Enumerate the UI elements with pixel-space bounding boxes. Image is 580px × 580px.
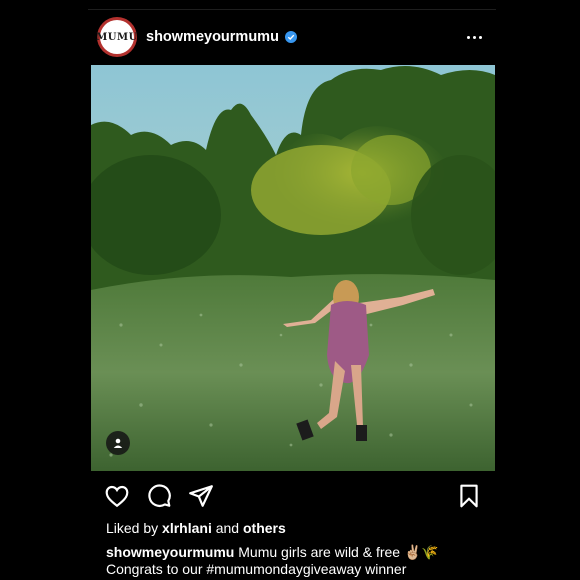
avatar[interactable]: MUMU <box>96 17 137 57</box>
post-image[interactable] <box>91 65 495 471</box>
post-caption: showmeyourmumu Mumu girls are wild & fre… <box>106 544 506 578</box>
post-actions <box>104 483 482 509</box>
post-header: MUMU showmeyourmumu <box>88 14 496 60</box>
user-tag-icon[interactable] <box>106 431 130 455</box>
caption-username[interactable]: showmeyourmumu <box>106 544 234 560</box>
verified-badge-icon <box>284 31 297 43</box>
heart-icon[interactable] <box>104 483 130 509</box>
liked-by-user-link[interactable]: xlrhlani <box>162 520 212 536</box>
avatar-logo: MUMU <box>96 20 137 54</box>
send-icon[interactable] <box>188 483 214 509</box>
meadow-photo <box>91 65 495 471</box>
caption-line-1: Mumu girls are wild & free ✌🏼🌾 <box>238 544 439 560</box>
likes-conjunction: and <box>215 520 240 536</box>
likes-summary: Liked by xlrhlani and others <box>106 520 286 536</box>
comment-icon[interactable] <box>146 483 172 509</box>
more-options-icon[interactable] <box>467 35 482 39</box>
caption-line-2: Congrats to our #mumumondaygiveaway winn… <box>106 561 407 577</box>
post-username[interactable]: showmeyourmumu <box>146 29 279 45</box>
liked-by-others-link[interactable]: others <box>243 520 286 536</box>
likes-prefix: Liked by <box>106 520 159 536</box>
bookmark-icon[interactable] <box>456 483 482 509</box>
top-divider <box>88 9 496 10</box>
